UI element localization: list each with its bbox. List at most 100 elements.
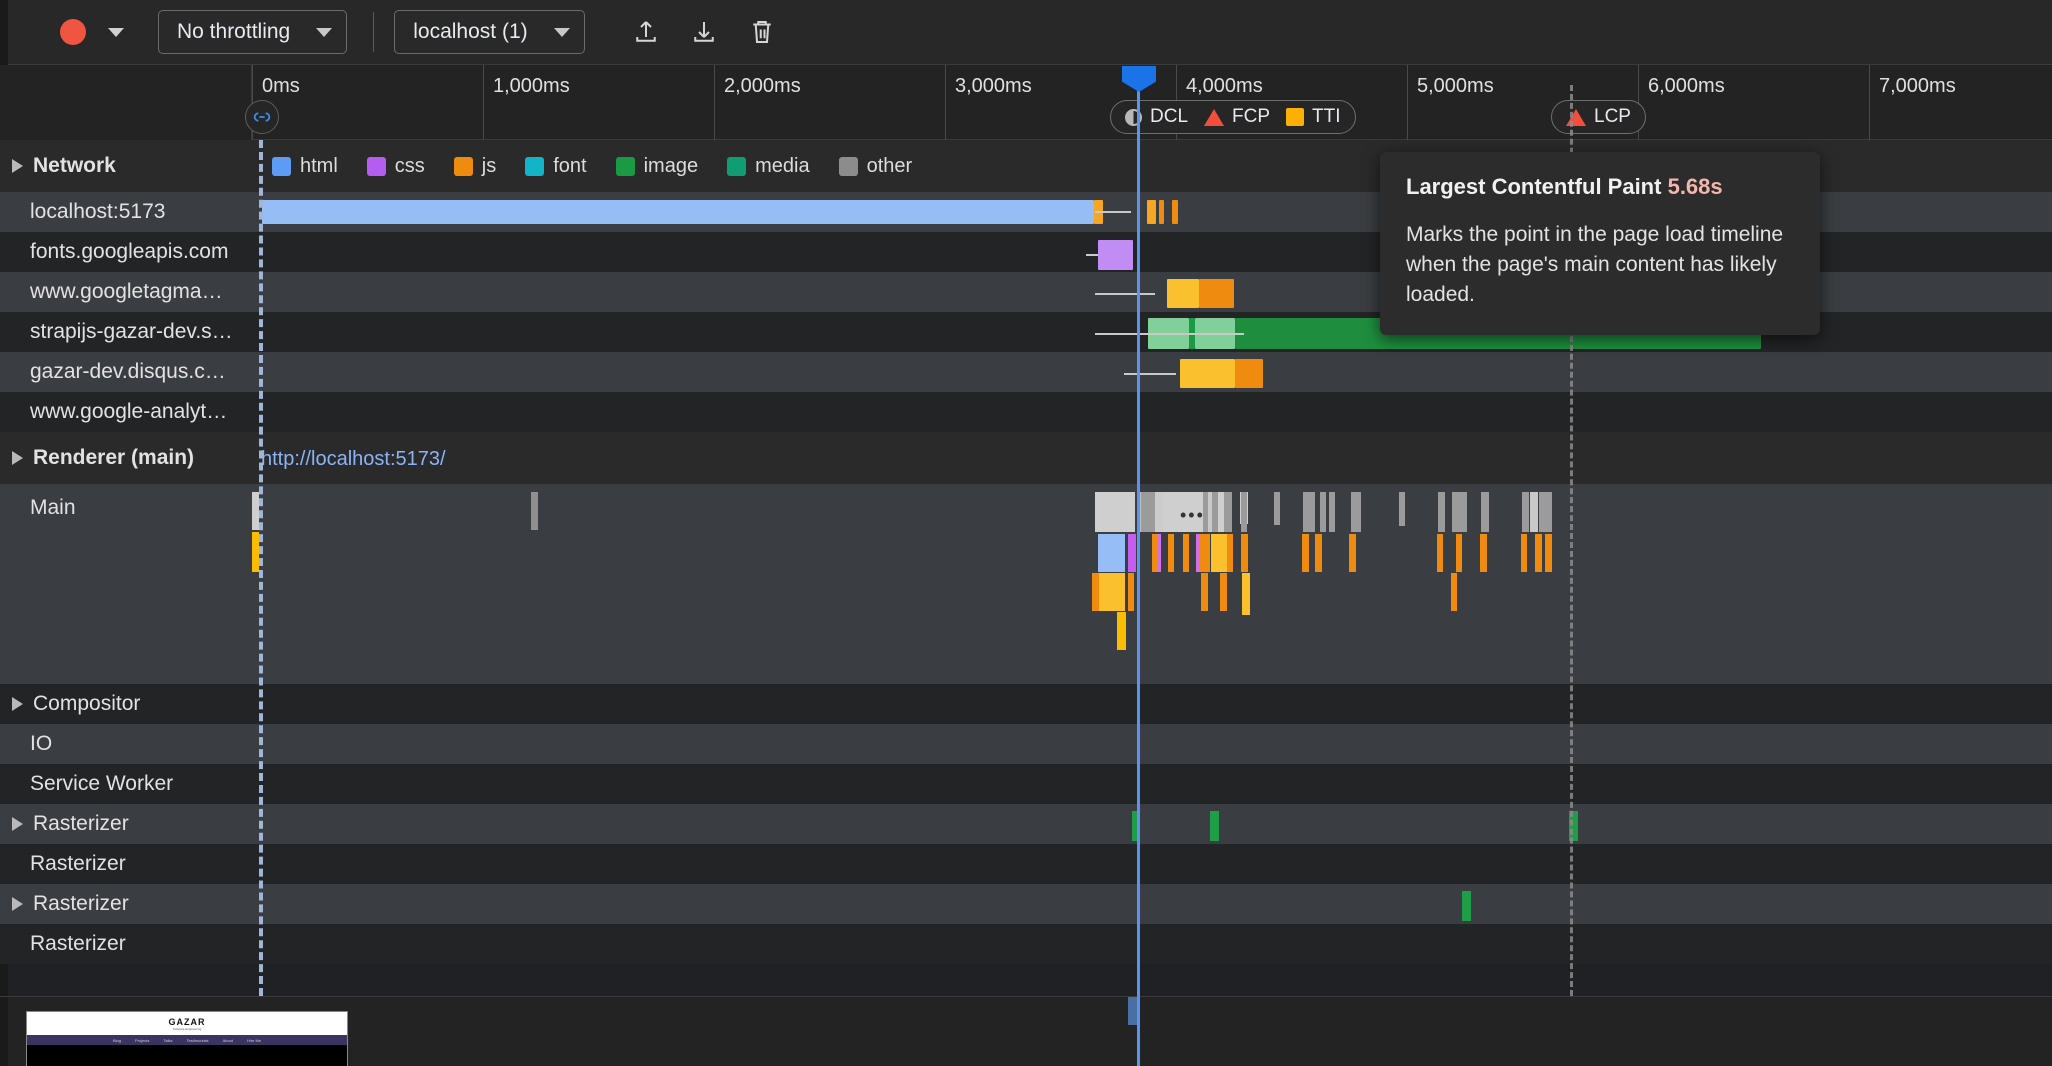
flame-block-script[interactable] — [1451, 573, 1457, 611]
track-rasterizer-2[interactable]: Rasterizer — [0, 844, 2052, 884]
marker-fcp[interactable]: FCP — [1204, 106, 1270, 128]
track-group-network-label-wrap[interactable]: Network — [0, 140, 252, 192]
flame-block-script[interactable] — [1241, 534, 1248, 572]
flame-block[interactable] — [1438, 492, 1445, 532]
track-group-renderer-label-wrap[interactable]: Renderer (main) — [0, 432, 252, 484]
track-group-renderer[interactable]: Renderer (main) http://localhost:5173/ — [0, 432, 2052, 484]
track-rasterizer-1-label: Rasterizer — [33, 812, 129, 835]
download-icon[interactable] — [683, 11, 725, 53]
flame-block[interactable] — [1522, 492, 1529, 532]
filmstrip-thumbnail[interactable]: GAZAR Software Engineering Blog Projects… — [26, 1011, 348, 1066]
marker-badges-dcl-fcp-tti[interactable]: DCL FCP TTI — [1110, 100, 1356, 134]
network-wait-line — [1095, 293, 1155, 295]
marker-tti[interactable]: TTI — [1286, 106, 1341, 128]
playhead-line[interactable] — [1137, 80, 1140, 1066]
disclosure-triangle-icon[interactable] — [12, 817, 23, 831]
rasterize-block[interactable] — [1462, 891, 1471, 921]
flame-block-script[interactable] — [1456, 534, 1462, 572]
track-group-compositor[interactable]: Compositor — [0, 684, 2052, 724]
tooltip-value: 5.68s — [1667, 174, 1723, 199]
marker-fcp-label: FCP — [1232, 106, 1271, 127]
flame-block-script[interactable] — [1168, 534, 1174, 572]
network-bar-js[interactable] — [1180, 359, 1235, 388]
flame-block-script[interactable] — [1201, 573, 1208, 611]
flame-block-script[interactable] — [1220, 573, 1227, 611]
rasterize-block[interactable] — [1210, 811, 1219, 841]
flame-block[interactable] — [1320, 492, 1326, 532]
link-loop-icon[interactable] — [245, 100, 279, 134]
flame-block-script[interactable] — [1203, 534, 1210, 572]
chevron-down-icon — [316, 27, 333, 37]
toolbar-divider — [373, 12, 375, 52]
network-bar-html[interactable] — [262, 200, 1094, 224]
trash-icon[interactable] — [741, 11, 783, 53]
disclosure-triangle-icon[interactable] — [12, 897, 23, 911]
legend-label-js: js — [481, 155, 497, 177]
filmstrip-strip[interactable]: GAZAR Software Engineering Blog Projects… — [0, 996, 2052, 1066]
legend-label-other: other — [866, 155, 913, 177]
network-bar-js-download — [1235, 359, 1263, 388]
flame-block — [1241, 492, 1247, 532]
flame-block-style[interactable] — [1128, 534, 1136, 572]
throttling-select[interactable]: No throttling — [158, 10, 348, 54]
flame-block[interactable] — [1452, 492, 1467, 532]
legend-swatch-js — [453, 157, 473, 176]
flame-block[interactable] — [1303, 492, 1315, 532]
flame-block-script[interactable] — [1545, 534, 1552, 572]
marker-dcl-label: DCL — [1150, 106, 1189, 127]
flame-block-script[interactable] — [1315, 534, 1322, 572]
flame-block-script[interactable] — [1302, 534, 1309, 572]
thumbnail-nav-item: Hire Me — [247, 1037, 262, 1043]
track-main-thread[interactable]: Main ••• — [0, 484, 2052, 684]
network-request-row[interactable]: gazar-dev.disqus.c… — [0, 352, 2052, 392]
flame-block[interactable] — [1351, 492, 1361, 532]
flame-block[interactable] — [1329, 492, 1335, 532]
track-rasterizer-1-label-wrap[interactable]: Rasterizer — [0, 804, 252, 844]
flame-block-style — [1196, 534, 1199, 572]
upload-icon[interactable] — [625, 11, 667, 53]
track-compositor-label-wrap[interactable]: Compositor — [0, 684, 252, 724]
track-io[interactable]: IO — [0, 724, 2052, 764]
flame-block-script[interactable] — [1480, 534, 1487, 572]
disclosure-triangle-icon[interactable] — [12, 697, 23, 711]
track-rasterizer-4[interactable]: Rasterizer — [0, 924, 2052, 964]
network-bar-css[interactable] — [1098, 240, 1133, 270]
flame-block[interactable] — [1481, 492, 1489, 532]
zero-marker-line — [259, 140, 263, 996]
flame-block[interactable] — [531, 492, 538, 530]
lcp-tooltip: Largest Contentful Paint 5.68s Marks the… — [1380, 152, 1820, 336]
ruler-tick: 2,000ms — [714, 65, 801, 140]
flame-block[interactable] — [1095, 492, 1135, 532]
track-rasterizer-1[interactable]: Rasterizer — [0, 804, 2052, 844]
target-select[interactable]: localhost (1) — [394, 10, 585, 54]
track-service-worker[interactable]: Service Worker — [0, 764, 2052, 804]
network-bar-js[interactable] — [1167, 279, 1199, 308]
flame-block-script[interactable] — [1349, 534, 1356, 572]
flame-block[interactable] — [1274, 492, 1280, 525]
disclosure-triangle-icon[interactable] — [12, 451, 23, 465]
flame-block[interactable] — [1539, 492, 1552, 532]
track-rasterizer-3-label-wrap[interactable]: Rasterizer — [0, 884, 252, 924]
flame-block-script[interactable] — [1521, 534, 1527, 572]
flame-block-evaluate[interactable] — [1242, 573, 1250, 607]
marker-dcl[interactable]: DCL — [1125, 106, 1188, 128]
tooltip-title: Largest Contentful Paint — [1406, 174, 1662, 199]
disclosure-triangle-icon[interactable] — [12, 159, 23, 173]
record-button[interactable] — [60, 19, 86, 45]
timeline-ruler[interactable]: 0ms 1,000ms 2,000ms 3,000ms 4,000ms 5,00… — [0, 65, 2052, 140]
flame-block[interactable] — [1117, 612, 1126, 650]
flame-block-evaluate[interactable] — [1098, 573, 1125, 611]
track-row-bg — [252, 392, 2052, 432]
marker-badge-lcp[interactable]: LCP — [1551, 100, 1646, 134]
flame-block[interactable] — [1399, 492, 1405, 526]
flame-block-parse-html[interactable] — [1098, 534, 1125, 572]
flame-block-evaluate[interactable] — [1211, 534, 1228, 572]
renderer-url-link[interactable]: http://localhost:5173/ — [261, 448, 446, 471]
flame-block-script[interactable] — [1437, 534, 1443, 572]
track-rasterizer-3[interactable]: Rasterizer — [0, 884, 2052, 924]
network-request-row[interactable]: www.google-analyt… — [0, 392, 2052, 432]
marker-lcp[interactable]: LCP — [1566, 106, 1631, 128]
flame-block-script[interactable] — [1535, 534, 1542, 572]
flame-block-script[interactable] — [1183, 534, 1189, 572]
record-options-chevron-down-icon[interactable] — [108, 27, 124, 37]
